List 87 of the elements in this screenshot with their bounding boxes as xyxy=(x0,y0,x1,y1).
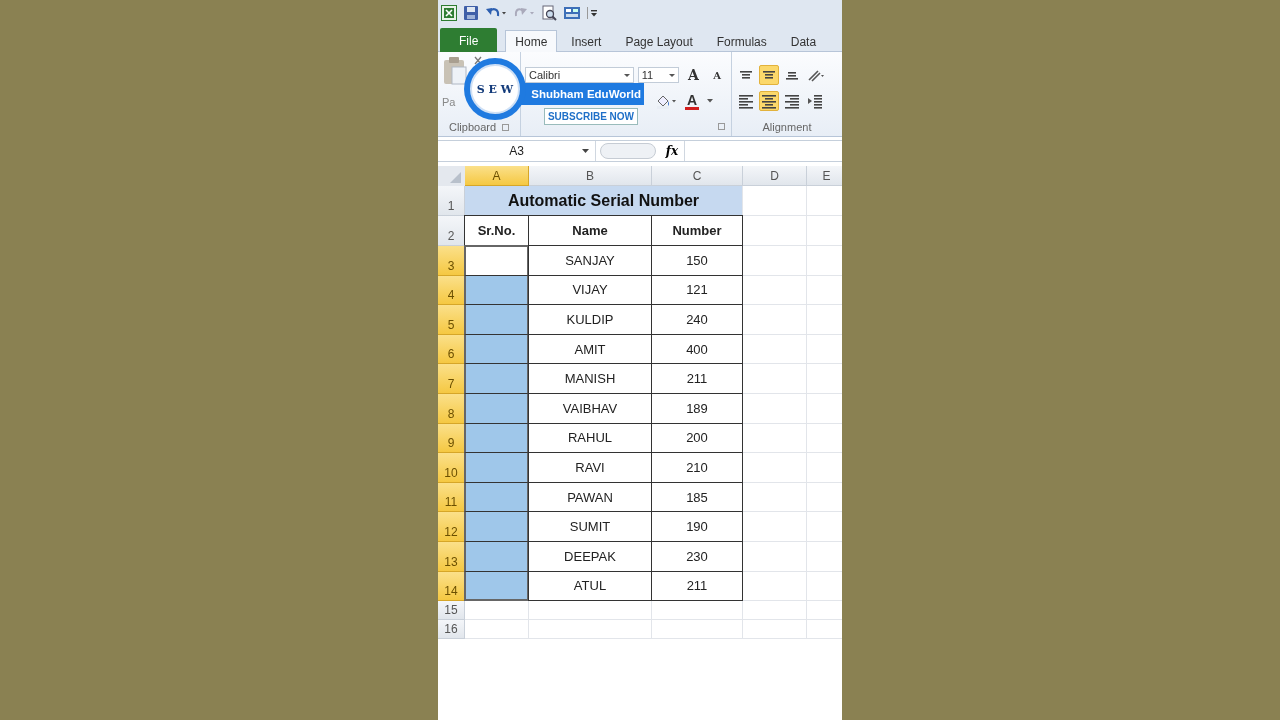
empty-cell[interactable] xyxy=(743,482,807,513)
empty-cell[interactable] xyxy=(743,601,807,621)
empty-cell[interactable] xyxy=(743,275,807,306)
align-middle-button[interactable] xyxy=(759,65,779,85)
customize-icon[interactable] xyxy=(587,5,599,21)
column-header[interactable]: A xyxy=(465,166,529,186)
paste-icon[interactable] xyxy=(442,56,468,86)
group-label: Clipboard xyxy=(448,121,497,133)
align-top-icon xyxy=(737,70,755,80)
empty-cell[interactable] xyxy=(743,393,807,424)
empty-cell[interactable] xyxy=(529,620,652,640)
name-box[interactable]: A3 xyxy=(438,141,596,161)
column-header[interactable]: D xyxy=(743,166,807,186)
column-header[interactable]: B xyxy=(529,166,652,186)
ribbon-tab[interactable]: Formulas xyxy=(706,30,777,52)
column-header[interactable]: E xyxy=(807,166,842,186)
table-cell: 211 xyxy=(651,570,743,602)
save-icon[interactable] xyxy=(463,5,479,21)
channel-name: Shubham EduWorld xyxy=(531,88,641,100)
row-header[interactable]: 3 xyxy=(438,246,465,276)
serial-cell[interactable] xyxy=(464,511,529,542)
excel-icon[interactable] xyxy=(441,5,457,21)
row-header[interactable]: 5 xyxy=(438,305,465,335)
empty-cell[interactable] xyxy=(743,216,807,246)
dropdown-icon[interactable] xyxy=(582,149,589,153)
empty-cell[interactable] xyxy=(743,246,807,276)
ribbon-tab[interactable]: Insert xyxy=(561,30,612,52)
empty-cell[interactable] xyxy=(743,541,807,572)
subscribe-button[interactable]: SUBSCRIBE NOW xyxy=(544,108,638,125)
align-left-icon xyxy=(737,92,755,110)
cut-icon[interactable] xyxy=(472,56,484,65)
logo-text: S E W xyxy=(476,82,514,96)
grow-font-button[interactable]: A xyxy=(683,65,704,85)
ribbon-tab[interactable]: Page Layout xyxy=(615,30,703,52)
formula-controls xyxy=(600,143,656,159)
serial-cell[interactable] xyxy=(464,245,529,276)
dropdown-icon[interactable] xyxy=(707,99,713,103)
serial-cell[interactable] xyxy=(464,452,529,483)
align-center-icon xyxy=(760,92,778,110)
empty-cell[interactable] xyxy=(652,601,743,621)
serial-cell[interactable] xyxy=(464,392,529,424)
align-middle-icon xyxy=(760,70,778,80)
group-label: Alignment xyxy=(762,121,812,133)
empty-cell[interactable] xyxy=(743,305,807,335)
table-title: Automatic Serial Number xyxy=(465,186,743,216)
align-bottom-icon xyxy=(783,70,801,80)
fill-color-icon[interactable] xyxy=(654,93,677,109)
print-preview-icon[interactable] xyxy=(541,5,557,21)
empty-cell[interactable] xyxy=(743,334,807,365)
row-header[interactable]: 12 xyxy=(438,512,465,542)
shrink-font-button[interactable]: A xyxy=(707,65,727,85)
align-indent-icon xyxy=(806,92,824,110)
ribbon-tab[interactable]: Home xyxy=(505,30,558,52)
column-header[interactable]: C xyxy=(652,166,743,186)
serial-cell[interactable] xyxy=(464,570,529,602)
empty-cell[interactable] xyxy=(743,423,807,454)
align-center-button[interactable] xyxy=(759,91,779,111)
serial-cell[interactable] xyxy=(464,304,529,335)
empty-cell[interactable] xyxy=(529,601,652,621)
row-header[interactable]: 10 xyxy=(438,453,465,483)
table-cell: ATUL xyxy=(528,570,652,602)
row-header[interactable]: 2 xyxy=(438,216,465,246)
file-tab[interactable]: File xyxy=(440,28,498,52)
row-header[interactable]: 7 xyxy=(438,364,465,394)
ribbon-tab[interactable]: Data xyxy=(780,30,827,52)
empty-cell[interactable] xyxy=(652,620,743,640)
row-header[interactable]: 1 xyxy=(438,186,465,216)
serial-cell[interactable] xyxy=(464,363,529,394)
font-color-button[interactable]: A xyxy=(684,92,699,110)
row-header[interactable]: 16 xyxy=(438,620,465,640)
align-right-icon xyxy=(783,92,801,110)
empty-cell[interactable] xyxy=(743,512,807,542)
empty-cell[interactable] xyxy=(743,453,807,483)
serial-cell[interactable] xyxy=(464,540,529,572)
paste-label: Pa xyxy=(442,96,457,110)
dialog-launcher-icon[interactable] xyxy=(718,123,725,130)
row-header[interactable]: 15 xyxy=(438,601,465,621)
dialog-launcher-icon[interactable] xyxy=(502,123,510,131)
font-size-field[interactable]: 11 xyxy=(637,67,680,83)
empty-cell[interactable] xyxy=(743,571,807,602)
column-heading: Number xyxy=(651,215,743,246)
empty-cell[interactable] xyxy=(743,364,807,394)
insert-function-button[interactable]: fx xyxy=(660,144,684,158)
form-icon[interactable] xyxy=(563,5,581,21)
font-name-field[interactable]: Calibri xyxy=(525,67,634,83)
empty-cell[interactable] xyxy=(743,620,807,640)
select-all-icon[interactable] xyxy=(438,166,465,186)
